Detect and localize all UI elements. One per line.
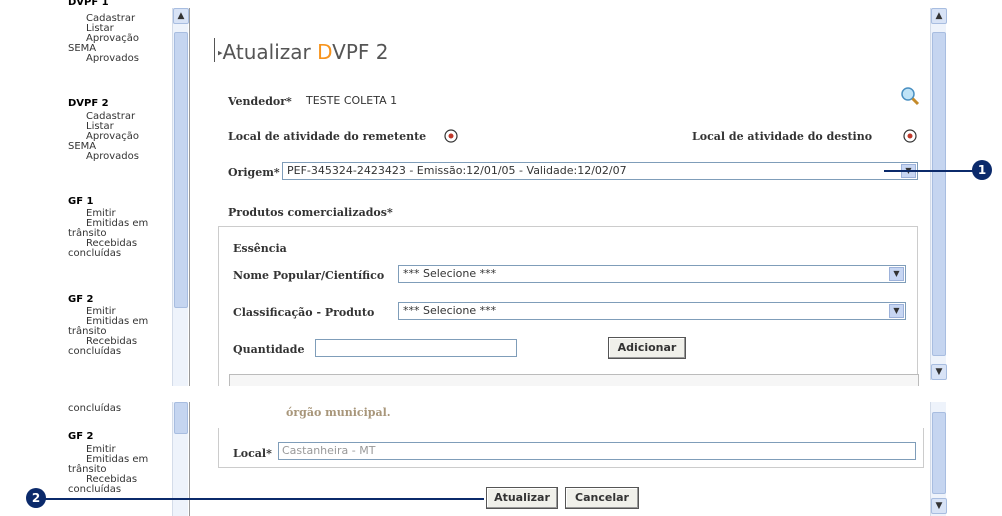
scroll-up-icon[interactable]: ▲ xyxy=(173,8,189,24)
classificacao-select[interactable]: *** Selecione *** ▼ xyxy=(398,302,906,320)
scroll-down-icon[interactable]: ▼ xyxy=(931,364,947,380)
page-title: ▸Atualizar DVPF 2 xyxy=(218,40,389,64)
classificacao-label: Classificação - Produto xyxy=(233,306,375,319)
orgao-text: órgão municipal. xyxy=(286,406,391,419)
atualizar-button[interactable]: Atualizar xyxy=(486,487,558,509)
chevron-down-icon[interactable]: ▼ xyxy=(889,304,904,318)
produtos-label: Produtos comercializados* xyxy=(228,206,393,219)
local-destino-label: Local de atividade do destino xyxy=(692,130,873,143)
nome-label: Nome Popular/Científico xyxy=(233,269,385,282)
scroll-down-icon[interactable]: ▼ xyxy=(931,498,947,514)
sidebar-item-concluidas[interactable]: concluídas xyxy=(68,404,168,414)
quantidade-input[interactable] xyxy=(315,339,517,357)
callout-badge-1: 1 xyxy=(972,160,992,180)
sidebar-group-title: GF 2 xyxy=(68,294,94,305)
sidebar-item-concluidas[interactable]: concluídas xyxy=(68,347,168,357)
sidebar-item-concluidas[interactable]: concluídas xyxy=(68,485,168,495)
sidebar-item-cadastrar[interactable]: Cadastrar xyxy=(68,112,168,122)
callout-badge-2: 2 xyxy=(26,488,46,508)
scroll-thumb[interactable] xyxy=(932,412,946,494)
sidebar-group-title: DVPF 2 xyxy=(68,98,109,109)
sidebar-group-title: GF 1 xyxy=(68,196,94,207)
top-panel: DVPF 1 Cadastrar Listar Aprovação SEMA A… xyxy=(0,0,1002,386)
scroll-thumb[interactable] xyxy=(932,32,946,356)
quantidade-label: Quantidade xyxy=(233,343,305,356)
local-label: Local* xyxy=(233,447,272,460)
produtos-table-header xyxy=(229,374,919,386)
sidebar-item-concluidas[interactable]: concluídas xyxy=(68,249,168,259)
sidebar-scrollbar[interactable]: ▲ xyxy=(172,8,189,386)
chevron-down-icon[interactable]: ▼ xyxy=(889,267,904,281)
eye-icon[interactable] xyxy=(903,128,917,143)
form-scrollbar[interactable]: ▲ ▼ xyxy=(930,8,947,380)
sidebar-group-title: DVPF 1 xyxy=(68,0,109,8)
divider xyxy=(189,8,190,386)
vendedor-value: TESTE COLETA 1 xyxy=(306,94,398,107)
sidebar-menu: DVPF 1 Cadastrar Listar Aprovação SEMA A… xyxy=(0,0,170,386)
nome-select[interactable]: *** Selecione *** ▼ xyxy=(398,265,906,283)
local-remetente-label: Local de atividade do remetente xyxy=(228,130,427,143)
form-scrollbar[interactable]: ▼ xyxy=(930,402,947,516)
page-title-marker xyxy=(214,38,215,62)
sidebar-item-cadastrar[interactable]: Cadastrar xyxy=(68,14,168,24)
search-icon[interactable] xyxy=(900,86,920,106)
scroll-thumb[interactable] xyxy=(174,32,188,308)
panel-separator xyxy=(0,386,1002,402)
origem-label: Origem* xyxy=(228,166,280,179)
origem-select[interactable]: PEF-345324-2423423 - Emissão:12/01/05 - … xyxy=(282,162,918,180)
sidebar-item-aprovados[interactable]: Aprovados xyxy=(68,152,168,162)
callout-line-2 xyxy=(44,498,484,500)
scroll-thumb[interactable] xyxy=(174,402,188,434)
cancelar-button[interactable]: Cancelar xyxy=(565,487,639,509)
sidebar-group-title: GF 2 xyxy=(68,431,94,442)
vendedor-label: Vendedor* xyxy=(228,95,292,108)
sidebar-item-aprovados[interactable]: Aprovados xyxy=(68,54,168,64)
eye-icon[interactable] xyxy=(444,128,458,143)
callout-line-1 xyxy=(884,170,974,172)
essencia-label: Essência xyxy=(233,242,287,255)
adicionar-button[interactable]: Adicionar xyxy=(608,337,686,359)
local-input[interactable]: Castanheira - MT xyxy=(278,442,916,460)
scroll-up-icon[interactable]: ▲ xyxy=(931,8,947,24)
